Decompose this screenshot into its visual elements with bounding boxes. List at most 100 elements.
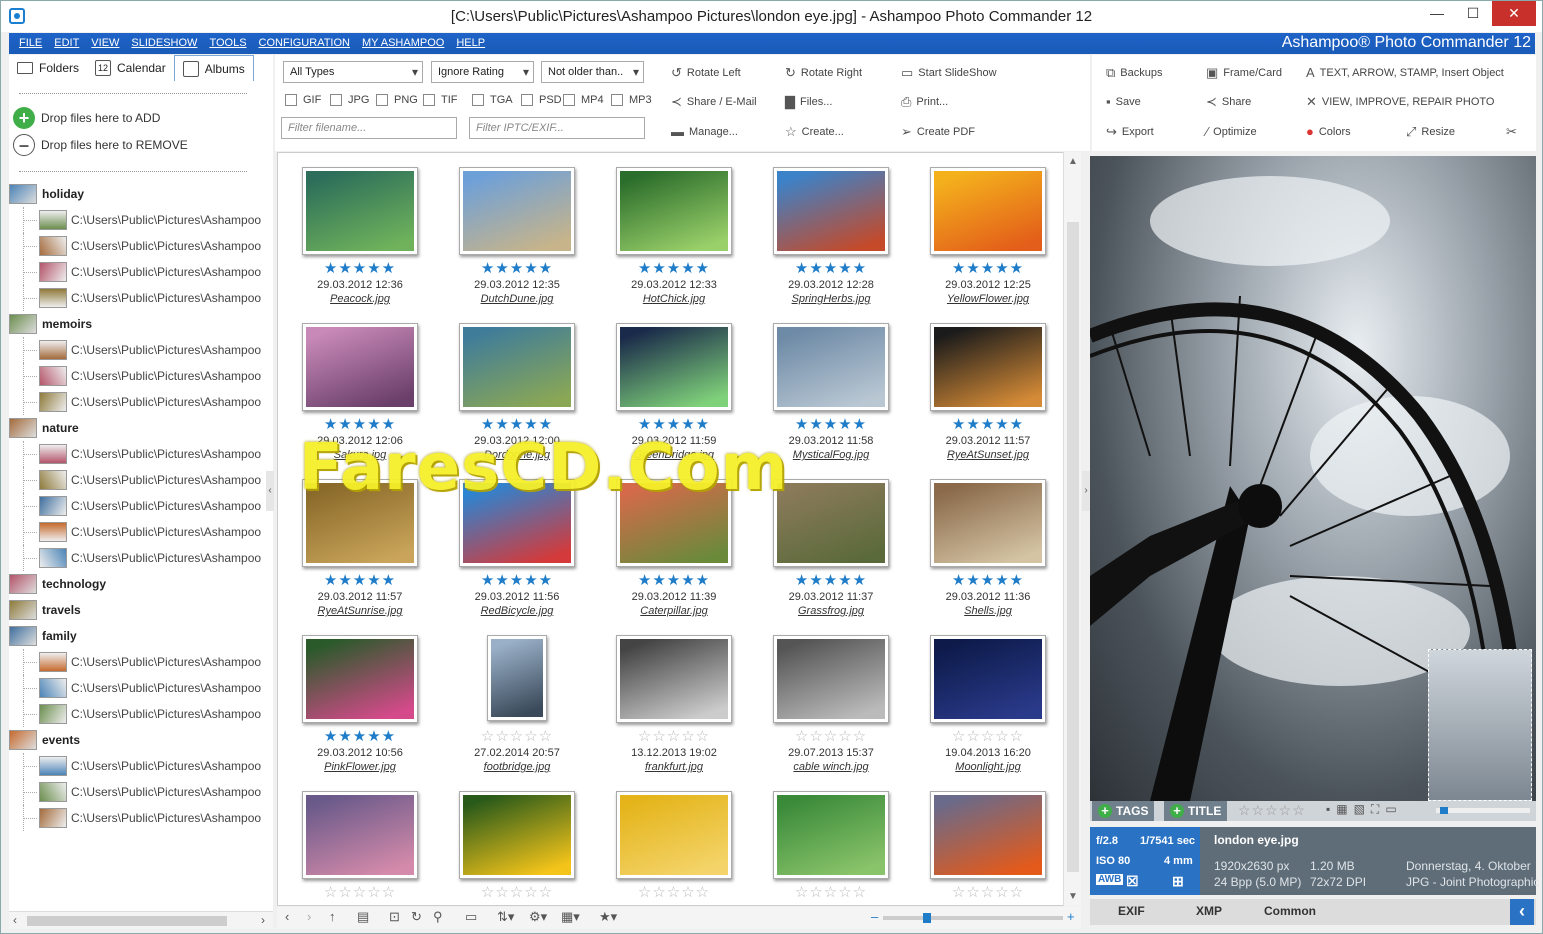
checkbox-box[interactable] xyxy=(376,94,388,106)
thumbnail-image[interactable] xyxy=(616,167,732,255)
thumbnail-cell[interactable]: ★★★★★ 29.03.2012 11:57 RyeAtSunset.jpg xyxy=(913,309,1063,465)
collapse-panel-icon[interactable]: ‹ xyxy=(1510,899,1534,925)
zoom-out-icon[interactable]: – xyxy=(871,909,878,924)
thumbnail-image[interactable] xyxy=(930,479,1046,567)
checkbox-png[interactable]: PNG xyxy=(376,94,418,106)
thumbnail-cell[interactable]: ☆☆☆☆☆ xyxy=(599,777,749,905)
rotate-left-button[interactable]: ↺ Rotate Left xyxy=(671,65,741,81)
checkbox-box[interactable] xyxy=(521,94,533,106)
create-pdf-button[interactable]: ➢ Create PDF xyxy=(901,124,975,140)
rating-stars[interactable]: ☆☆☆☆☆ xyxy=(913,727,1063,745)
thumbnail-filename[interactable]: Grassfrog.jpg xyxy=(756,605,906,617)
checkbox-box[interactable] xyxy=(611,94,623,106)
thumbnail-filename[interactable]: Shells.jpg xyxy=(913,605,1063,617)
checkbox-gif[interactable]: GIF xyxy=(285,94,321,106)
resize-button[interactable]: ⤢ Resize xyxy=(1406,124,1455,140)
thumbnail-image[interactable] xyxy=(487,635,547,721)
rating-stars[interactable]: ☆☆☆☆☆ xyxy=(285,883,435,901)
thumbnail-image[interactable] xyxy=(302,791,418,879)
rating-stars[interactable]: ★★★★★ xyxy=(442,571,592,589)
thumbnail-cell[interactable]: ☆☆☆☆☆ xyxy=(285,777,435,905)
close-button[interactable]: ✕ xyxy=(1492,1,1536,26)
thumbnail-image[interactable] xyxy=(459,791,575,879)
album-item[interactable]: C:\Users\Public\Pictures\Ashampoo xyxy=(9,779,273,805)
sort-icon[interactable]: ⇅▾ xyxy=(497,909,514,925)
checkbox-box[interactable] xyxy=(285,94,297,106)
rotate-right-button[interactable]: ↻ Rotate Right xyxy=(785,65,862,81)
colors-button[interactable]: ● Colors xyxy=(1306,124,1351,139)
thumbnail-filename[interactable]: RedBicycle.jpg xyxy=(442,605,592,617)
thumbnail-filename[interactable]: RyeAtSunrise.jpg xyxy=(285,605,435,617)
filename-filter-input[interactable]: Filter filename... xyxy=(281,117,457,139)
checkbox-box[interactable] xyxy=(423,94,435,106)
menu-item[interactable]: HELP xyxy=(456,37,485,49)
album-item[interactable]: C:\Users\Public\Pictures\Ashampoo xyxy=(9,259,273,285)
album-item[interactable]: C:\Users\Public\Pictures\Ashampoo xyxy=(9,545,273,571)
drop-add-zone[interactable]: + Drop files here to ADD xyxy=(13,107,160,129)
thumbnail-image[interactable] xyxy=(459,167,575,255)
menu-item[interactable]: MY ASHAMPOO xyxy=(362,37,444,49)
rating-stars[interactable]: ☆☆☆☆☆ xyxy=(442,883,592,901)
thumbnail-image[interactable] xyxy=(773,167,889,255)
rating-stars[interactable]: ☆☆☆☆☆ xyxy=(442,727,592,745)
rating-stars[interactable]: ★★★★★ xyxy=(599,259,749,277)
thumbnail-cell[interactable]: ★★★★★ 29.03.2012 12:28 SpringHerbs.jpg xyxy=(756,153,906,309)
rating-stars[interactable]: ★★★★★ xyxy=(285,259,435,277)
scroll-right-icon[interactable]: › xyxy=(261,913,265,927)
album-item[interactable]: C:\Users\Public\Pictures\Ashampoo xyxy=(9,233,273,259)
album-item[interactable]: C:\Users\Public\Pictures\Ashampoo xyxy=(9,207,273,233)
thumbnail-cell[interactable]: ★★★★★ 29.03.2012 12:35 DutchDune.jpg xyxy=(442,153,592,309)
menu-item[interactable]: SLIDESHOW xyxy=(131,37,197,49)
thumbnail-image[interactable] xyxy=(616,791,732,879)
type-select[interactable]: All Types xyxy=(283,61,423,83)
thumbnail-cell[interactable]: ☆☆☆☆☆ xyxy=(756,777,906,905)
forward-icon[interactable]: › xyxy=(307,909,311,924)
thumbnail-image[interactable] xyxy=(930,167,1046,255)
album-item[interactable]: C:\Users\Public\Pictures\Ashampoo xyxy=(9,649,273,675)
search-icon[interactable]: ⚲ xyxy=(433,909,443,925)
scroll-left-icon[interactable]: ‹ xyxy=(13,913,17,927)
thumbnail-image[interactable] xyxy=(930,323,1046,411)
share-button[interactable]: ≺ Share xyxy=(1206,94,1251,110)
thumbnail-cell[interactable]: ★★★★★ 29.03.2012 11:36 Shells.jpg xyxy=(913,465,1063,621)
rating-stars[interactable]: ★★★★★ xyxy=(756,259,906,277)
thumbnail-cell[interactable]: ★★★★★ 29.03.2012 12:33 HotChick.jpg xyxy=(599,153,749,309)
rating-stars[interactable]: ★★★★★ xyxy=(913,259,1063,277)
backups-button[interactable]: ⧉ Backups xyxy=(1106,65,1163,81)
rating-select[interactable]: Ignore Rating xyxy=(431,61,534,83)
add-title-button[interactable]: + TITLE xyxy=(1164,801,1228,821)
thumbnail-cell[interactable]: ★★★★★ 29.03.2012 12:25 YellowFlower.jpg xyxy=(913,153,1063,309)
thumbnail-filename[interactable]: footbridge.jpg xyxy=(442,761,592,773)
view-improve-button[interactable]: ✕ VIEW, IMPROVE, REPAIR PHOTO xyxy=(1306,94,1494,110)
rating-stars[interactable]: ☆☆☆☆☆ xyxy=(1238,802,1306,819)
thumbnail-cell[interactable]: ☆☆☆☆☆ xyxy=(442,777,592,905)
menu-item[interactable]: CONFIGURATION xyxy=(259,37,350,49)
thumbnail-image[interactable] xyxy=(459,323,575,411)
layout-icon[interactable]: ▦▾ xyxy=(561,909,580,925)
thumbnail-filename[interactable]: SpringHerbs.jpg xyxy=(756,293,906,305)
album-item[interactable]: C:\Users\Public\Pictures\Ashampoo xyxy=(9,701,273,727)
rating-stars[interactable]: ★★★★★ xyxy=(913,415,1063,433)
menu-item[interactable]: EDIT xyxy=(54,37,79,49)
settings-icon[interactable]: ⚙▾ xyxy=(529,909,547,925)
thumbnail-image[interactable] xyxy=(773,323,889,411)
thumbnail-image[interactable] xyxy=(302,167,418,255)
optimize-button[interactable]: ⁄ Optimize xyxy=(1206,124,1257,139)
rating-stars[interactable]: ☆☆☆☆☆ xyxy=(913,883,1063,901)
checkbox-tif[interactable]: TIF xyxy=(423,94,458,106)
tools-settings-button[interactable]: ✂ xyxy=(1506,124,1517,140)
rating-filter-icon[interactable]: ★▾ xyxy=(599,909,617,925)
thumbnail-cell[interactable]: ☆☆☆☆☆ 19.04.2013 16:20 Moonlight.jpg xyxy=(913,621,1063,777)
thumbnail-image[interactable] xyxy=(773,479,889,567)
zoom-in-icon[interactable]: + xyxy=(1067,909,1075,924)
album-holiday[interactable]: holiday xyxy=(9,181,273,207)
scroll-thumb[interactable] xyxy=(27,916,227,926)
checkbox-mp4[interactable]: MP4 xyxy=(563,94,604,106)
album-item[interactable]: C:\Users\Public\Pictures\Ashampoo xyxy=(9,441,273,467)
thumbnail-filename[interactable]: PinkFlower.jpg xyxy=(285,761,435,773)
share-email-button[interactable]: ≺ Share / E-Mail xyxy=(671,94,757,110)
files-button[interactable]: ▇ Files... xyxy=(785,94,832,110)
thumbnail-image[interactable] xyxy=(773,635,889,723)
thumbnail-cell[interactable]: ☆☆☆☆☆ xyxy=(913,777,1063,905)
thumbnail-cell[interactable]: ☆☆☆☆☆ 29.07.2013 15:37 cable winch.jpg xyxy=(756,621,906,777)
